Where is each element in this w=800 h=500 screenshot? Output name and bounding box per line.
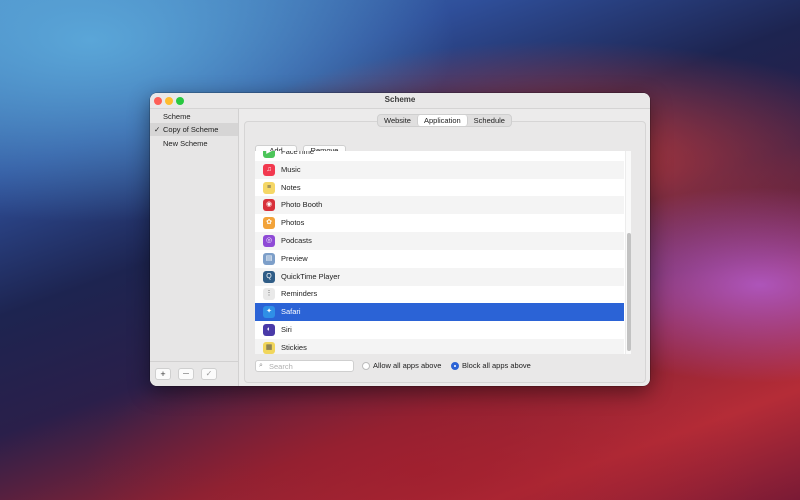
- application-panel: Add Remove ▦Stickies◐Siri✦Safari⋮Reminde…: [244, 121, 646, 383]
- apply-scheme-button[interactable]: ✓: [201, 368, 217, 380]
- sidebar-item-copy-of-scheme[interactable]: ✓ Copy of Scheme: [150, 123, 238, 136]
- application-row-podcasts[interactable]: ◎ Podcasts: [255, 232, 624, 250]
- photos-icon: ✿: [263, 217, 275, 230]
- podcasts-icon: ◎: [263, 235, 275, 247]
- application-name: FaceTime: [281, 151, 315, 156]
- add-scheme-button[interactable]: +: [155, 368, 171, 380]
- block-all-apps-radio[interactable]: Block all apps above: [451, 360, 537, 372]
- scrollbar-thumb[interactable]: [627, 233, 631, 351]
- application-row-music[interactable]: ♫ Music: [255, 160, 624, 179]
- application-row-photo-booth[interactable]: ◉ Photo Booth: [255, 196, 624, 215]
- application-name: Siri: [281, 325, 292, 334]
- application-name: Notes: [281, 182, 301, 192]
- scheme-sidebar: Scheme ✓ Copy of Scheme New Scheme + — ✓: [150, 109, 239, 386]
- application-name: Preview: [281, 253, 308, 263]
- segmented-tabs: Website Application Schedule: [377, 114, 512, 127]
- search-icon: ⌕: [259, 362, 263, 369]
- application-name: Safari: [281, 307, 301, 317]
- tab-schedule[interactable]: Schedule: [468, 115, 511, 126]
- sidebar-item-label: Scheme: [163, 112, 191, 121]
- checkmark-icon: ✓: [154, 125, 161, 134]
- title-bar: Scheme: [150, 93, 650, 109]
- window-title: Scheme: [384, 95, 416, 104]
- photo-booth-icon: ◉: [263, 199, 275, 212]
- application-row-quicktime[interactable]: Q QuickTime Player: [255, 267, 624, 286]
- application-row-reminders[interactable]: ⋮ Reminders: [255, 285, 624, 303]
- application-name: Photo Booth: [281, 200, 323, 210]
- application-name: Reminders: [281, 289, 318, 299]
- application-name: QuickTime Player: [281, 271, 340, 281]
- search-field[interactable]: ⌕: [255, 360, 354, 372]
- scheme-detail: Add Remove ▦Stickies◐Siri✦Safari⋮Reminde…: [240, 109, 650, 386]
- stickies-icon: ▦: [263, 341, 275, 354]
- notes-icon: ≡: [263, 181, 275, 194]
- application-name: Music: [281, 164, 301, 174]
- tab-website[interactable]: Website: [378, 115, 417, 126]
- application-row-siri[interactable]: ◐ Siri: [255, 321, 624, 339]
- allow-radio-indicator: [362, 362, 370, 370]
- block-radio-indicator: [451, 362, 459, 370]
- siri-icon: ◐: [263, 324, 275, 336]
- application-name: Stickies: [281, 342, 307, 352]
- search-input[interactable]: [269, 361, 351, 371]
- allow-all-apps-radio[interactable]: Allow all apps above: [362, 360, 446, 372]
- reminders-icon: ⋮: [263, 288, 275, 301]
- tab-application[interactable]: Application: [416, 115, 468, 126]
- application-row-preview[interactable]: ▤ Preview: [255, 250, 624, 268]
- safari-icon: ✦: [263, 306, 275, 319]
- application-row-safari[interactable]: ✦ Safari: [255, 303, 624, 322]
- application-row-notes[interactable]: ≡ Notes: [255, 179, 624, 197]
- preview-icon: ▤: [263, 252, 275, 265]
- facetime-icon: ▶: [263, 151, 275, 158]
- quicktime-icon: Q: [263, 270, 275, 283]
- allow-radio-label: Allow all apps above: [373, 361, 442, 370]
- application-list-scrollbar[interactable]: [625, 151, 631, 354]
- application-name: Photos: [281, 218, 305, 228]
- application-row-stickies[interactable]: ▦ Stickies: [255, 338, 624, 354]
- application-row-photos[interactable]: ✿ Photos: [255, 214, 624, 232]
- music-icon: ♫: [263, 163, 275, 176]
- remove-scheme-button[interactable]: —: [178, 368, 194, 380]
- block-radio-label: Block all apps above: [462, 361, 531, 370]
- sidebar-item-label: New Scheme: [163, 139, 208, 148]
- sidebar-item-new-scheme[interactable]: New Scheme: [150, 137, 238, 150]
- scheme-window: Scheme Scheme ✓ Copy of Scheme New Schem…: [150, 93, 650, 386]
- sidebar-item-scheme[interactable]: Scheme: [150, 110, 238, 123]
- application-list[interactable]: ▦ Stickies ◐ Siri ✦ Safari ⋮ Reminders Q QuickTim…: [255, 151, 631, 354]
- application-name: Podcasts: [281, 236, 312, 245]
- application-row-facetime[interactable]: ▶ FaceTime: [255, 151, 624, 161]
- sidebar-item-label: Copy of Scheme: [163, 125, 219, 134]
- sidebar-footer: + — ✓: [150, 361, 238, 386]
